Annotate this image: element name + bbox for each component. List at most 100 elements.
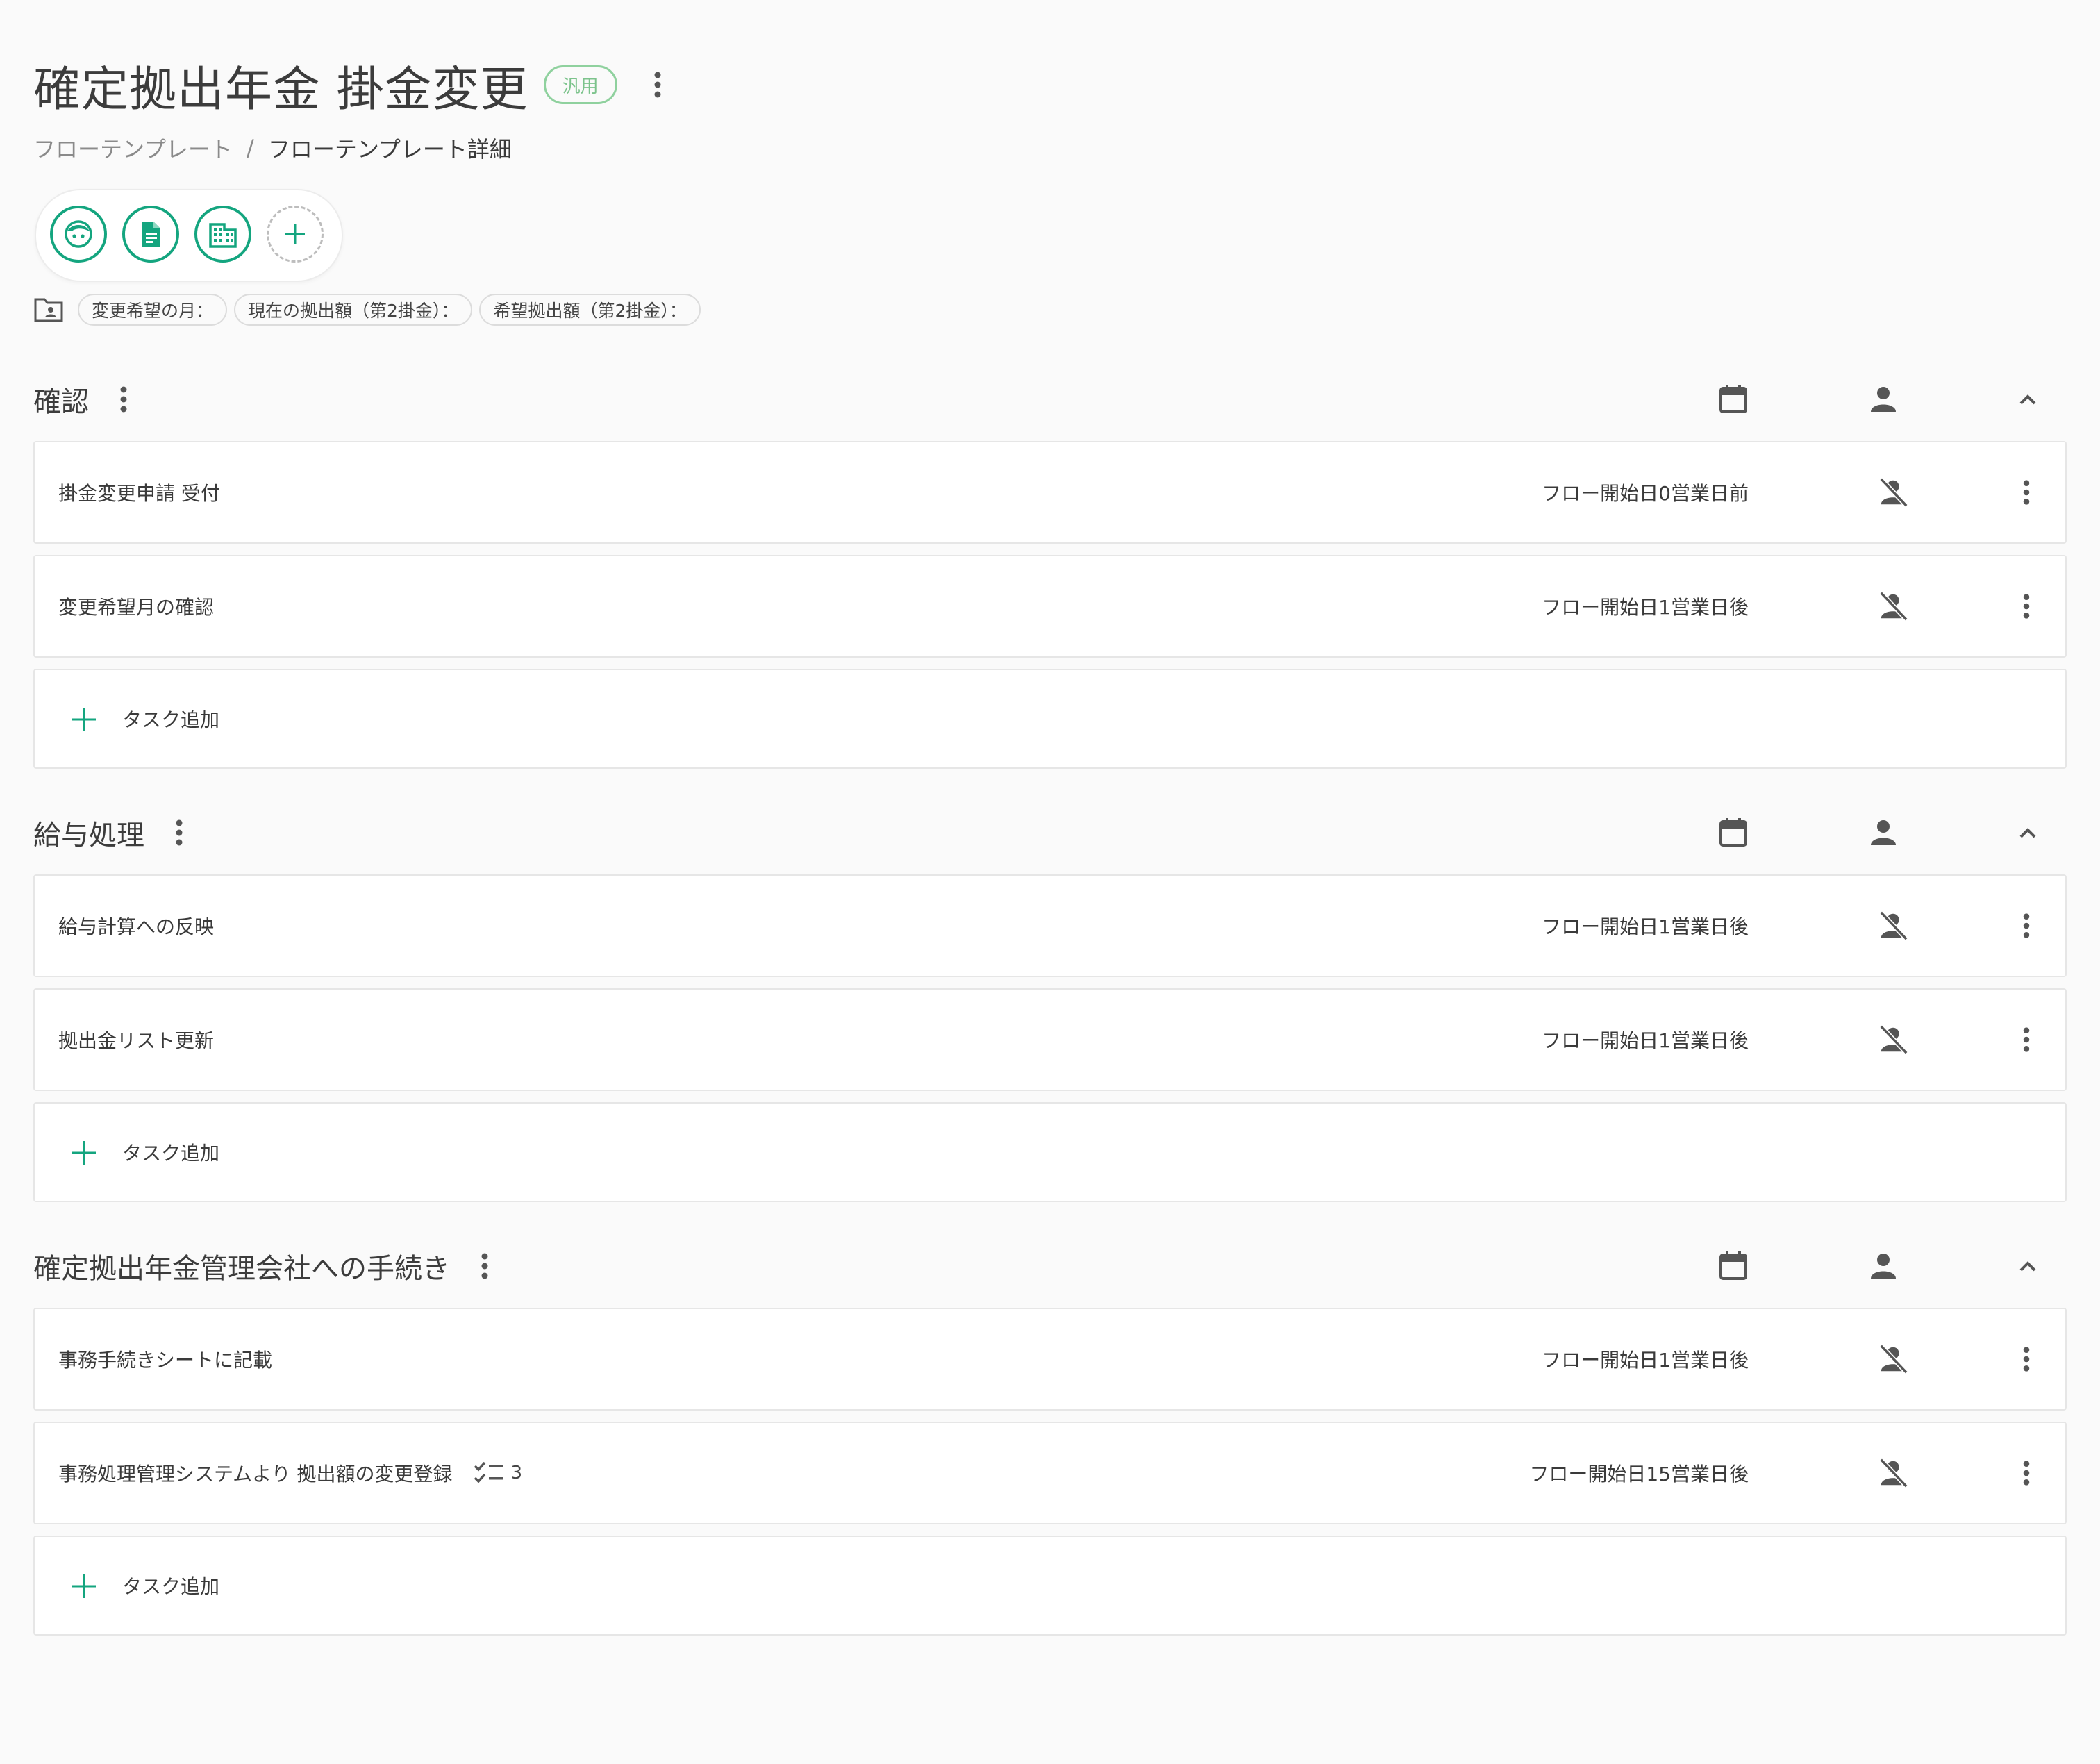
section-date-button[interactable] [1712, 378, 1754, 420]
field-chip-change-month[interactable]: 変更希望の月： [78, 294, 228, 326]
add-task-button[interactable]: タスク追加 [33, 1102, 2067, 1202]
person-off-icon [1879, 910, 1908, 941]
section-assignee-button[interactable] [1862, 812, 1904, 854]
task-assignee-button[interactable] [1872, 1338, 1914, 1380]
calendar-icon [1719, 818, 1747, 847]
task-more-button[interactable] [2006, 905, 2047, 947]
task-more-button[interactable] [2006, 1019, 2047, 1060]
person-icon [1871, 387, 1896, 412]
person-off-icon [1879, 477, 1908, 508]
person-off-icon [1879, 1344, 1908, 1374]
add-task-label: タスク追加 [122, 708, 220, 731]
building-icon [209, 223, 237, 248]
folder-account-icon [34, 298, 63, 322]
task-row[interactable]: 掛金変更申請 受付 フロー開始日0営業日前 [33, 441, 2067, 544]
more-vert-icon [2023, 1461, 2030, 1486]
add-member-button[interactable] [267, 206, 324, 263]
calendar-icon [1719, 1251, 1747, 1280]
task-row[interactable]: 給与計算への反映 フロー開始日1営業日後 [33, 874, 2067, 977]
calendar-icon [1719, 385, 1747, 413]
breadcrumb-link-flow-template[interactable]: フローテンプレート [33, 132, 233, 164]
add-task-button[interactable]: タスク追加 [33, 1536, 2067, 1636]
avatar-group [35, 189, 343, 282]
section-date-button[interactable] [1712, 812, 1754, 854]
section-header-confirm: 確認 [33, 372, 2067, 427]
breadcrumb-current: フローテンプレート詳細 [267, 136, 512, 163]
task-name: 給与計算への反映 [58, 915, 215, 938]
person-off-icon [1879, 591, 1908, 622]
chevron-up-icon [2019, 828, 2036, 838]
checklist-indicator: 3 [474, 1459, 523, 1487]
section-header-pension-company: 確定拠出年金管理会社への手続き [33, 1238, 2067, 1294]
task-name-group: 事務処理管理システムより 拠出額の変更登録 3 [58, 1423, 522, 1523]
section-more-button[interactable] [103, 378, 144, 420]
task-name: 拠出金リスト更新 [58, 1029, 215, 1052]
section-more-button[interactable] [158, 812, 200, 854]
section-date-button[interactable] [1712, 1245, 1754, 1287]
person-icon [1871, 820, 1896, 845]
section-title: 確定拠出年金管理会社への手続き [33, 1253, 450, 1285]
avatar-building[interactable] [194, 206, 251, 263]
task-due-date: フロー開始日15営業日後 [1529, 1463, 1749, 1486]
add-task-label: タスク追加 [122, 1142, 220, 1165]
field-chip-current-amount[interactable]: 現在の拠出額（第2掛金）： [234, 294, 473, 326]
task-due-date: フロー開始日1営業日後 [1542, 915, 1749, 938]
section-assignee-button[interactable] [1862, 1245, 1904, 1287]
more-vert-icon [176, 819, 183, 846]
person-icon [1871, 1254, 1896, 1279]
title-more-button[interactable] [637, 64, 678, 106]
breadcrumb: フローテンプレート / フローテンプレート詳細 [33, 131, 512, 165]
task-assignee-button[interactable] [1872, 1019, 1914, 1060]
task-due-date: フロー開始日0営業日前 [1542, 482, 1749, 505]
add-task-button[interactable]: タスク追加 [33, 669, 2067, 769]
task-more-button[interactable] [2006, 1338, 2047, 1380]
section-assignee-button[interactable] [1862, 378, 1904, 420]
more-vert-icon [120, 386, 127, 413]
task-due-date: フロー開始日1営業日後 [1542, 596, 1749, 619]
more-vert-icon [2023, 913, 2030, 938]
more-vert-icon [2023, 1027, 2030, 1052]
task-more-button[interactable] [2006, 585, 2047, 627]
person-off-icon [1879, 1458, 1908, 1488]
task-row[interactable]: 事務処理管理システムより 拠出額の変更登録 3 フロー開始日15営業日後 [33, 1422, 2067, 1524]
add-icon [72, 1141, 96, 1165]
more-vert-icon [654, 72, 661, 98]
checklist-count: 3 [510, 1463, 523, 1483]
task-due-date: フロー開始日1営業日後 [1542, 1349, 1749, 1372]
section-title: 確認 [33, 386, 89, 418]
section-more-button[interactable] [464, 1245, 506, 1287]
status-badge: 汎用 [543, 65, 617, 104]
task-more-button[interactable] [2006, 472, 2047, 513]
task-name: 掛金変更申請 受付 [58, 482, 220, 505]
chevron-up-icon [2019, 1261, 2036, 1272]
title-row: 確定拠出年金 掛金変更 汎用 [33, 50, 678, 119]
add-icon [285, 224, 305, 244]
custom-fields-row: 変更希望の月： 現在の拠出額（第2掛金）： 希望拠出額（第2掛金）： [33, 292, 708, 328]
task-row[interactable]: 事務手続きシートに記載 フロー開始日1営業日後 [33, 1308, 2067, 1411]
chevron-up-icon [2019, 394, 2036, 405]
avatar-face[interactable] [50, 206, 107, 263]
document-icon [142, 222, 160, 247]
more-vert-icon [481, 1253, 488, 1279]
section-collapse-button[interactable] [2007, 1245, 2049, 1287]
task-more-button[interactable] [2006, 1452, 2047, 1494]
section-collapse-button[interactable] [2007, 378, 2049, 420]
task-assignee-button[interactable] [1872, 585, 1914, 627]
section-collapse-button[interactable] [2007, 812, 2049, 854]
more-vert-icon [2023, 1347, 2030, 1372]
checklist-icon [474, 1461, 503, 1483]
task-assignee-button[interactable] [1872, 472, 1914, 513]
add-icon [72, 708, 96, 731]
task-assignee-button[interactable] [1872, 905, 1914, 947]
task-name: 事務手続きシートに記載 [58, 1349, 273, 1372]
more-vert-icon [2023, 480, 2030, 505]
task-assignee-button[interactable] [1872, 1452, 1914, 1494]
more-vert-icon [2023, 594, 2030, 619]
task-row[interactable]: 変更希望月の確認 フロー開始日1営業日後 [33, 555, 2067, 658]
avatar-document[interactable] [122, 206, 179, 263]
task-due-date: フロー開始日1営業日後 [1542, 1029, 1749, 1052]
field-chip-desired-amount[interactable]: 希望拠出額（第2掛金）： [479, 294, 701, 326]
breadcrumb-separator: / [247, 135, 254, 161]
task-row[interactable]: 拠出金リスト更新 フロー開始日1営業日後 [33, 988, 2067, 1091]
add-icon [72, 1574, 96, 1598]
